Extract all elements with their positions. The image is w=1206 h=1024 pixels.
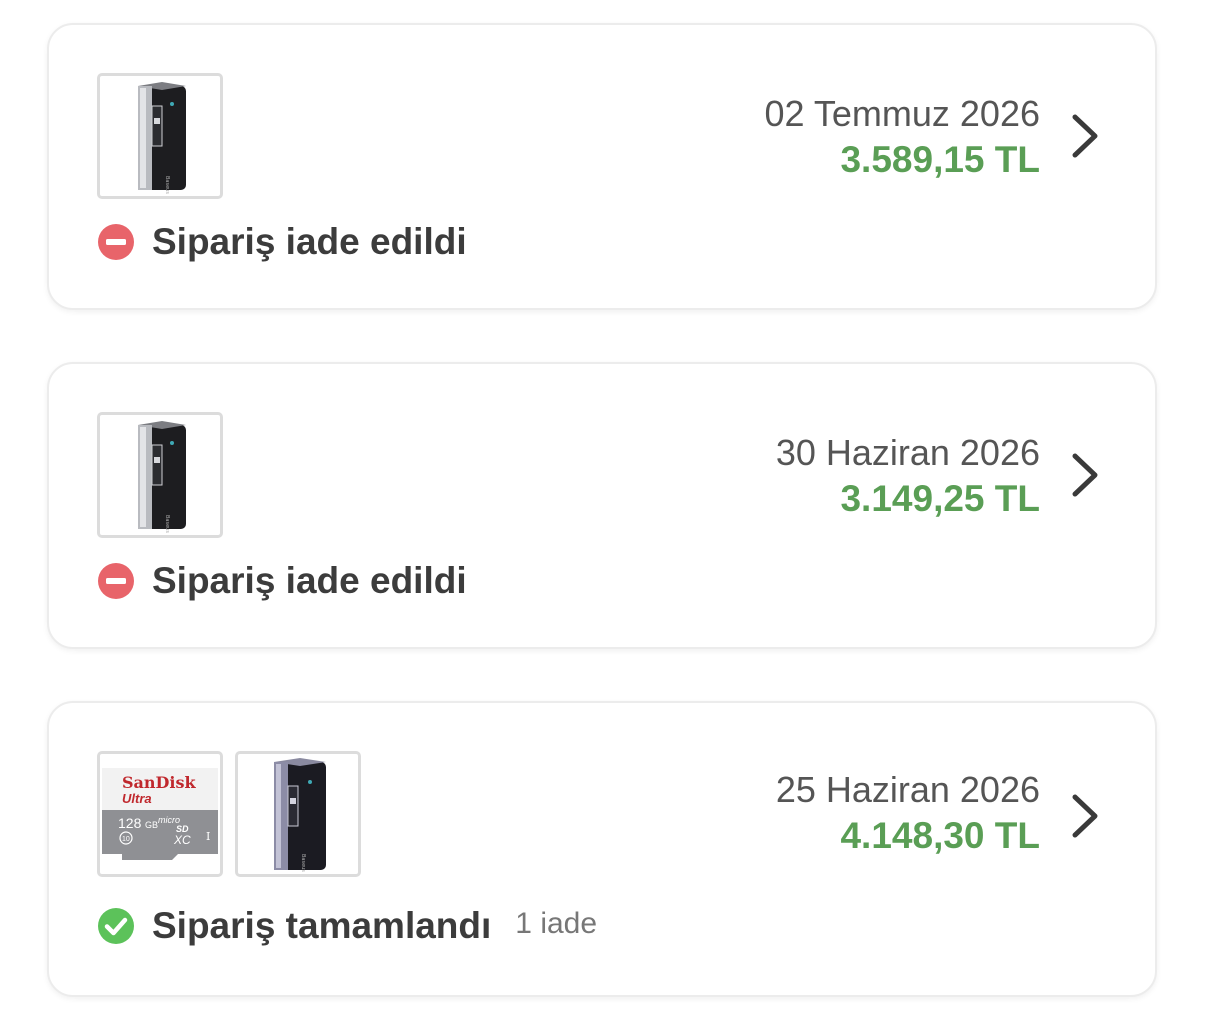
sandisk-capacity: 128 bbox=[118, 815, 142, 831]
order-total: 4.148,30 TL bbox=[840, 815, 1040, 856]
sandisk-uhs: I bbox=[206, 830, 210, 843]
product-thumbnail-powerbank: Baseus bbox=[97, 73, 223, 199]
svg-text:Baseus: Baseus bbox=[300, 854, 306, 872]
order-card[interactable]: Baseus 02 Temmuz 2026 3.589,15 TL Sipari… bbox=[47, 23, 1157, 310]
order-card[interactable]: SanDisk Ultra 128 GB micro SD XC I 10 Ba… bbox=[47, 701, 1157, 997]
sandisk-line: Ultra bbox=[122, 791, 152, 806]
order-status: Sipariş iade edildi bbox=[97, 560, 467, 602]
minus-circle-icon bbox=[98, 224, 134, 260]
sandisk-class: 10 bbox=[122, 836, 130, 843]
product-thumbnails: SanDisk Ultra 128 GB micro SD XC I 10 Ba… bbox=[97, 751, 361, 877]
svg-text:Baseus: Baseus bbox=[164, 176, 170, 194]
order-status: Sipariş tamamlandı 1 iade bbox=[97, 905, 597, 947]
sandisk-brand: SanDisk bbox=[122, 773, 197, 792]
product-thumbnails: Baseus bbox=[97, 73, 223, 199]
order-date: 25 Haziran 2026 bbox=[775, 769, 1040, 810]
sandisk-unit: GB bbox=[145, 820, 158, 830]
product-thumbnails: Baseus bbox=[97, 412, 223, 538]
order-date: 02 Temmuz 2026 bbox=[764, 93, 1040, 134]
return-count: 1 iade bbox=[515, 907, 598, 940]
order-total: 3.149,25 TL bbox=[840, 478, 1040, 519]
check-circle-icon bbox=[98, 908, 134, 944]
product-thumbnail-sandisk: SanDisk Ultra 128 GB micro SD XC I 10 bbox=[97, 751, 223, 877]
order-total: 3.589,15 TL bbox=[840, 139, 1040, 180]
status-label: Sipariş iade edildi bbox=[152, 560, 467, 601]
chevron-right-icon[interactable] bbox=[1069, 791, 1103, 841]
chevron-right-icon[interactable] bbox=[1069, 450, 1103, 500]
status-label: Sipariş iade edildi bbox=[152, 221, 467, 262]
order-date: 30 Haziran 2026 bbox=[775, 432, 1040, 473]
minus-circle-icon bbox=[98, 563, 134, 599]
order-status: Sipariş iade edildi bbox=[97, 221, 467, 263]
order-card[interactable]: Baseus 30 Haziran 2026 3.149,25 TL Sipar… bbox=[47, 362, 1157, 649]
product-thumbnail-powerbank: Baseus bbox=[235, 751, 361, 877]
sandisk-format-bot: XC bbox=[173, 833, 191, 847]
status-label: Sipariş tamamlandı bbox=[152, 905, 492, 946]
chevron-right-icon[interactable] bbox=[1069, 111, 1103, 161]
product-thumbnail-powerbank: Baseus bbox=[97, 412, 223, 538]
svg-text:Baseus: Baseus bbox=[164, 515, 170, 533]
